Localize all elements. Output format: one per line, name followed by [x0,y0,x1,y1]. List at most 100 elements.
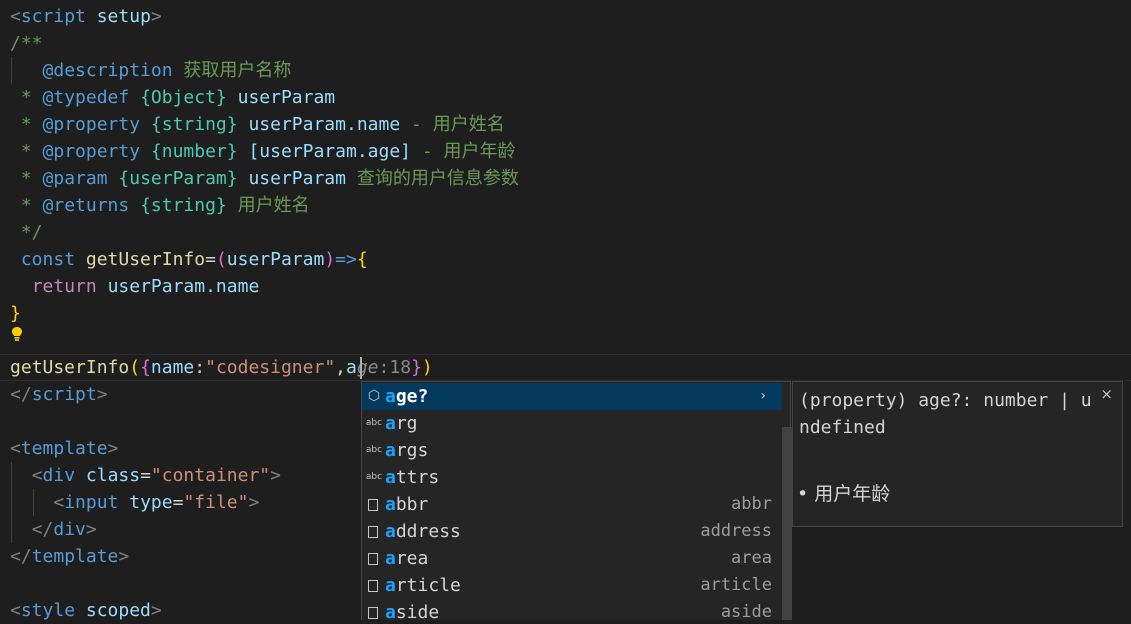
suggest-item[interactable]: ⬡ age? › [362,383,782,410]
suggest-item-label: abbr [385,491,428,518]
jsdoc-tag: @description [42,60,173,81]
jsdoc-type: {string} [140,195,227,216]
suggest-item-label: attrs [385,464,439,491]
suggest-item[interactable]: abc arg [362,410,782,437]
suggest-match: a [385,413,396,434]
suggest-item[interactable]: area area [362,545,782,572]
text-word-icon: abc [365,472,383,482]
suggest-rest: ge? [395,386,429,407]
paren: ( [129,357,141,378]
code-line: getUserInfo({name:"codesigner",age:18}) [10,354,433,381]
jsdoc-tag: @property [42,114,141,135]
comment-star: * [10,141,43,162]
tag-bracket: < [10,600,21,621]
code-line: */ [10,222,43,243]
suggest-details-panel: (property) age?: number | undefined × • … [792,381,1123,527]
jsdoc-type: {number} [150,141,238,162]
code-line: <script setup> [10,3,162,30]
suggest-item-label: age? [385,383,428,410]
suggest-match: a [385,575,396,596]
code-line: </div> [10,516,97,543]
code-line: <template> [10,435,118,462]
text-word-icon: abc [365,445,383,455]
suggest-match: a [385,548,396,569]
jsdoc-tag: @param [42,168,108,189]
suggest-item[interactable]: aside aside [362,599,782,620]
tag-name: template [20,438,108,459]
comment-star: * [10,195,43,216]
snippet-box-icon [365,545,383,572]
code-line: * @typedef {Object} userParam [10,84,335,111]
suggest-rest: rea [395,548,429,569]
keyword: return [31,276,97,297]
tag-bracket: > [248,492,260,513]
code-line: <div class="container"> [10,462,281,489]
code-line: * @returns {string} 用户姓名 [10,192,310,219]
expression: userParam.name [107,276,260,297]
details-signature: (property) age?: number | undefined [799,390,1092,438]
snippet-box-icon [365,599,383,620]
operator: = [140,465,151,486]
suggest-match: a [385,521,396,542]
attribute-value: "container" [150,465,271,486]
suggest-widget[interactable]: ⬡ age? › abc arg abc args abc attrs abbr… [361,381,791,620]
tag-bracket: > [150,600,162,621]
suggest-rest: bbr [395,494,429,515]
jsdoc-tag: @property [42,141,141,162]
suggest-item[interactable]: address address [362,518,782,545]
suggest-match: a [385,602,396,620]
details-documentation: • 用户年龄 [797,479,890,506]
tag-name: div [53,519,86,540]
jsdoc-text: - 用户姓名 [411,114,505,135]
close-icon[interactable]: × [1100,385,1113,403]
jsdoc-tag: @returns [42,195,130,216]
comment-star: * [10,87,43,108]
tag-name: input [64,492,119,513]
inline-suggestion: 18 [389,357,412,378]
comma: , [335,357,346,378]
function-name: getUserInfo [85,249,206,270]
tag-bracket: > [96,384,108,405]
suggest-rest: ddress [395,521,461,542]
tag-bracket: < [53,492,65,513]
brace: { [356,249,368,270]
text-cursor [360,357,362,379]
suggest-item-label: area [385,545,428,572]
jsdoc-text: 查询的用户信息参数 [356,168,519,189]
jsdoc-name: userParam [248,168,346,189]
tag-bracket: > [85,519,97,540]
suggest-rest: rticle [395,575,461,596]
suggest-rest: side [395,602,440,620]
code-line: * @property {number} [userParam.age] - 用… [10,138,516,165]
comment-star: * [10,168,43,189]
arrow-operator: => [335,249,357,270]
operator: = [172,492,184,513]
comment-star: * [10,114,43,135]
suggest-item[interactable]: abc attrs [362,464,782,491]
tag-bracket: < [10,6,21,27]
suggest-rest: ttrs [395,467,440,488]
tag-bracket: > [150,6,162,27]
suggest-scrollbar[interactable] [782,427,792,620]
tag-bracket: > [107,438,119,459]
paren: ) [421,357,433,378]
brace: { [140,357,151,378]
tag-name: script [20,6,86,27]
tag-name: div [42,465,76,486]
paren: ) [324,249,336,270]
jsdoc-name: [userParam.age] [248,141,412,162]
operator: = [205,249,216,270]
suggest-item[interactable]: abc args [362,437,782,464]
lightbulb-icon[interactable] [11,326,23,342]
suggest-detail: address [700,521,772,541]
read-more-chevron-icon[interactable]: › [760,383,766,410]
jsdoc-name: userParam.name [248,114,401,135]
suggest-item[interactable]: article article [362,572,782,599]
snippet-box-icon [365,491,383,518]
string-literal: "codesigner" [205,357,336,378]
code-line: <input type="file"> [10,489,259,516]
suggest-item[interactable]: abbr abbr [362,491,782,518]
tag-bracket: > [118,546,130,567]
suggest-match: a [385,440,396,461]
tag-name: template [31,546,119,567]
